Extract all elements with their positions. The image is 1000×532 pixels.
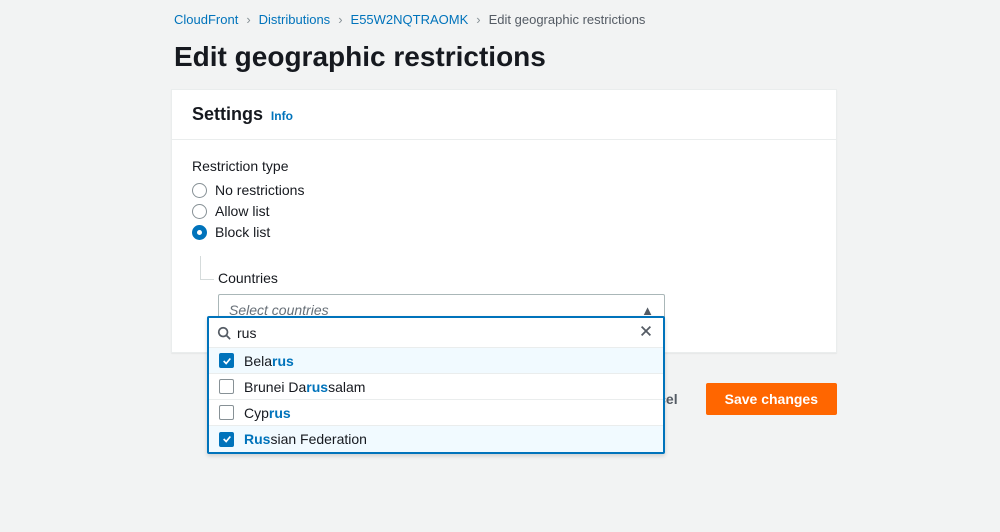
country-option-brunei[interactable]: Brunei Darussalam <box>209 374 663 400</box>
country-label: Cyprus <box>244 405 291 421</box>
checkbox-icon <box>219 353 234 368</box>
countries-search-input[interactable] <box>237 325 637 341</box>
radio-label: No restrictions <box>215 182 304 198</box>
info-link[interactable]: Info <box>271 109 293 123</box>
radio-no-restrictions[interactable]: No restrictions <box>192 182 816 198</box>
radio-icon <box>192 225 207 240</box>
tree-connector <box>200 256 214 280</box>
countries-label: Countries <box>218 270 816 286</box>
radio-block-list[interactable]: Block list <box>192 224 816 240</box>
radio-allow-list[interactable]: Allow list <box>192 203 816 219</box>
checkbox-icon <box>219 405 234 420</box>
chevron-right-icon: › <box>476 12 480 27</box>
settings-panel: Settings Info Restriction type No restri… <box>171 89 837 353</box>
clear-search-icon[interactable] <box>637 324 655 342</box>
search-icon <box>217 326 231 340</box>
country-label: Brunei Darussalam <box>244 379 365 395</box>
country-option-russian-federation[interactable]: Russian Federation <box>209 426 663 452</box>
checkbox-icon <box>219 379 234 394</box>
restriction-type-radio-group: No restrictions Allow list Block list <box>192 182 816 240</box>
chevron-right-icon: › <box>246 12 250 27</box>
country-label: Russian Federation <box>244 431 367 447</box>
radio-icon <box>192 204 207 219</box>
breadcrumb-current: Edit geographic restrictions <box>489 12 646 27</box>
save-button[interactable]: Save changes <box>706 383 837 415</box>
radio-label: Allow list <box>215 203 269 219</box>
country-option-cyprus[interactable]: Cyprus <box>209 400 663 426</box>
chevron-right-icon: › <box>338 12 342 27</box>
countries-dropdown: Belarus Brunei Darussalam Cyprus Russian… <box>207 316 665 454</box>
breadcrumb-link-distribution-id[interactable]: E55W2NQTRAOMK <box>351 12 469 27</box>
country-label: Belarus <box>244 353 294 369</box>
breadcrumb-link-distributions[interactable]: Distributions <box>259 12 331 27</box>
page-title: Edit geographic restrictions <box>174 41 1000 73</box>
checkbox-icon <box>219 432 234 447</box>
country-option-belarus[interactable]: Belarus <box>209 348 663 374</box>
breadcrumb-link-cloudfront[interactable]: CloudFront <box>174 12 238 27</box>
breadcrumb: CloudFront › Distributions › E55W2NQTRAO… <box>0 0 1000 27</box>
panel-title: Settings <box>192 104 263 124</box>
radio-icon <box>192 183 207 198</box>
restriction-type-label: Restriction type <box>192 158 816 174</box>
radio-label: Block list <box>215 224 270 240</box>
